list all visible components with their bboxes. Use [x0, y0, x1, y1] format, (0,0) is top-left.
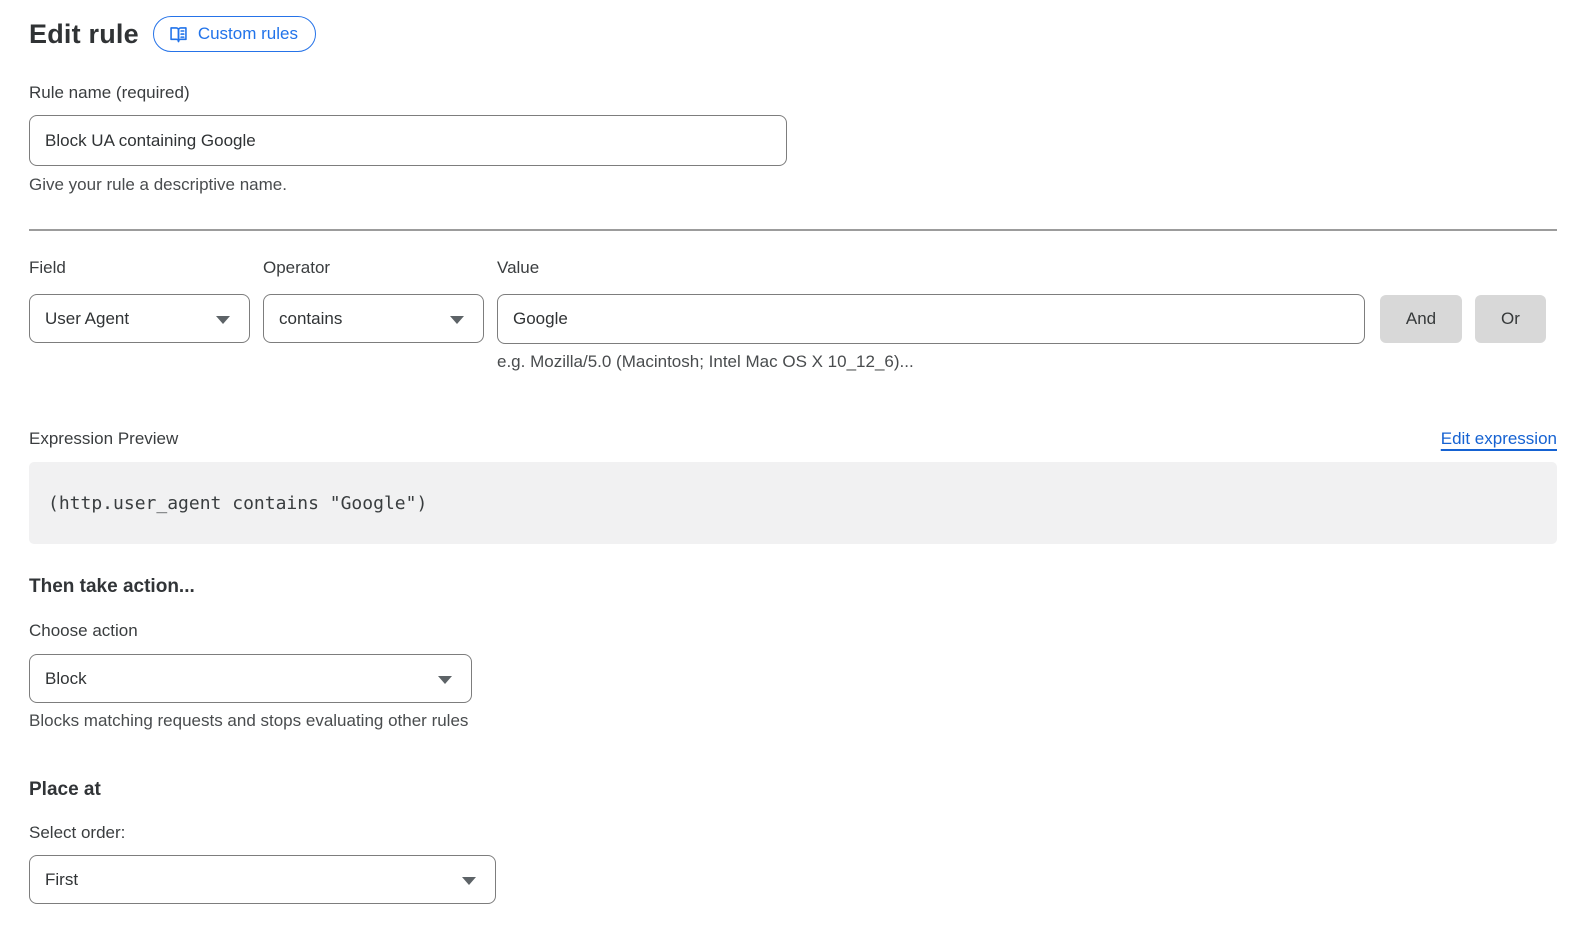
order-select-value: First [45, 870, 78, 890]
custom-rules-button-label: Custom rules [198, 24, 298, 44]
expression-preview-label: Expression Preview [29, 429, 178, 449]
operator-select[interactable]: contains [263, 294, 484, 343]
action-heading: Then take action... [29, 576, 1557, 598]
operator-column: Operator contains [263, 258, 484, 372]
chevron-down-icon [450, 316, 464, 324]
field-label: Field [29, 258, 250, 278]
or-button[interactable]: Or [1475, 295, 1546, 343]
rule-name-input[interactable] [29, 115, 787, 166]
operator-label: Operator [263, 258, 484, 278]
value-label: Value [497, 258, 1365, 278]
page-header: Edit rule Custom rules [29, 15, 1557, 53]
and-button[interactable]: And [1380, 295, 1462, 343]
rule-name-section: Rule name (required) Give your rule a de… [29, 83, 1557, 195]
section-divider [29, 229, 1557, 231]
action-select-value: Block [45, 669, 87, 689]
chevron-down-icon [438, 676, 452, 684]
value-column: Value e.g. Mozilla/5.0 (Macintosh; Intel… [497, 258, 1365, 372]
choose-action-label: Choose action [29, 621, 1557, 641]
action-helper: Blocks matching requests and stops evalu… [29, 711, 1557, 731]
page-title: Edit rule [29, 19, 139, 50]
order-select[interactable]: First [29, 855, 496, 904]
action-select[interactable]: Block [29, 654, 472, 703]
value-input[interactable] [497, 294, 1365, 344]
expression-preview-header: Expression Preview Edit expression [29, 429, 1557, 449]
expression-preview-box: (http.user_agent contains "Google") [29, 462, 1557, 544]
value-helper: e.g. Mozilla/5.0 (Macintosh; Intel Mac O… [497, 352, 1365, 372]
placement-section: Place at Select order: First [29, 779, 1557, 904]
edit-rule-form: Edit rule Custom rules Rule name (requir… [0, 0, 1587, 904]
operator-select-value: contains [279, 309, 342, 329]
rule-name-label: Rule name (required) [29, 83, 1557, 103]
open-book-icon [168, 24, 189, 45]
custom-rules-button[interactable]: Custom rules [153, 16, 316, 52]
chevron-down-icon [462, 877, 476, 885]
edit-expression-link[interactable]: Edit expression [1441, 429, 1557, 449]
rule-name-helper: Give your rule a descriptive name. [29, 175, 1557, 195]
chevron-down-icon [216, 316, 230, 324]
select-order-label: Select order: [29, 823, 1557, 843]
expression-code: (http.user_agent contains "Google") [48, 493, 427, 514]
action-section: Then take action... Choose action Block … [29, 576, 1557, 731]
place-at-heading: Place at [29, 779, 1557, 801]
field-select-value: User Agent [45, 309, 129, 329]
expression-builder-row: Field User Agent Operator contains Value… [29, 258, 1557, 372]
field-column: Field User Agent [29, 258, 250, 372]
field-select[interactable]: User Agent [29, 294, 250, 343]
